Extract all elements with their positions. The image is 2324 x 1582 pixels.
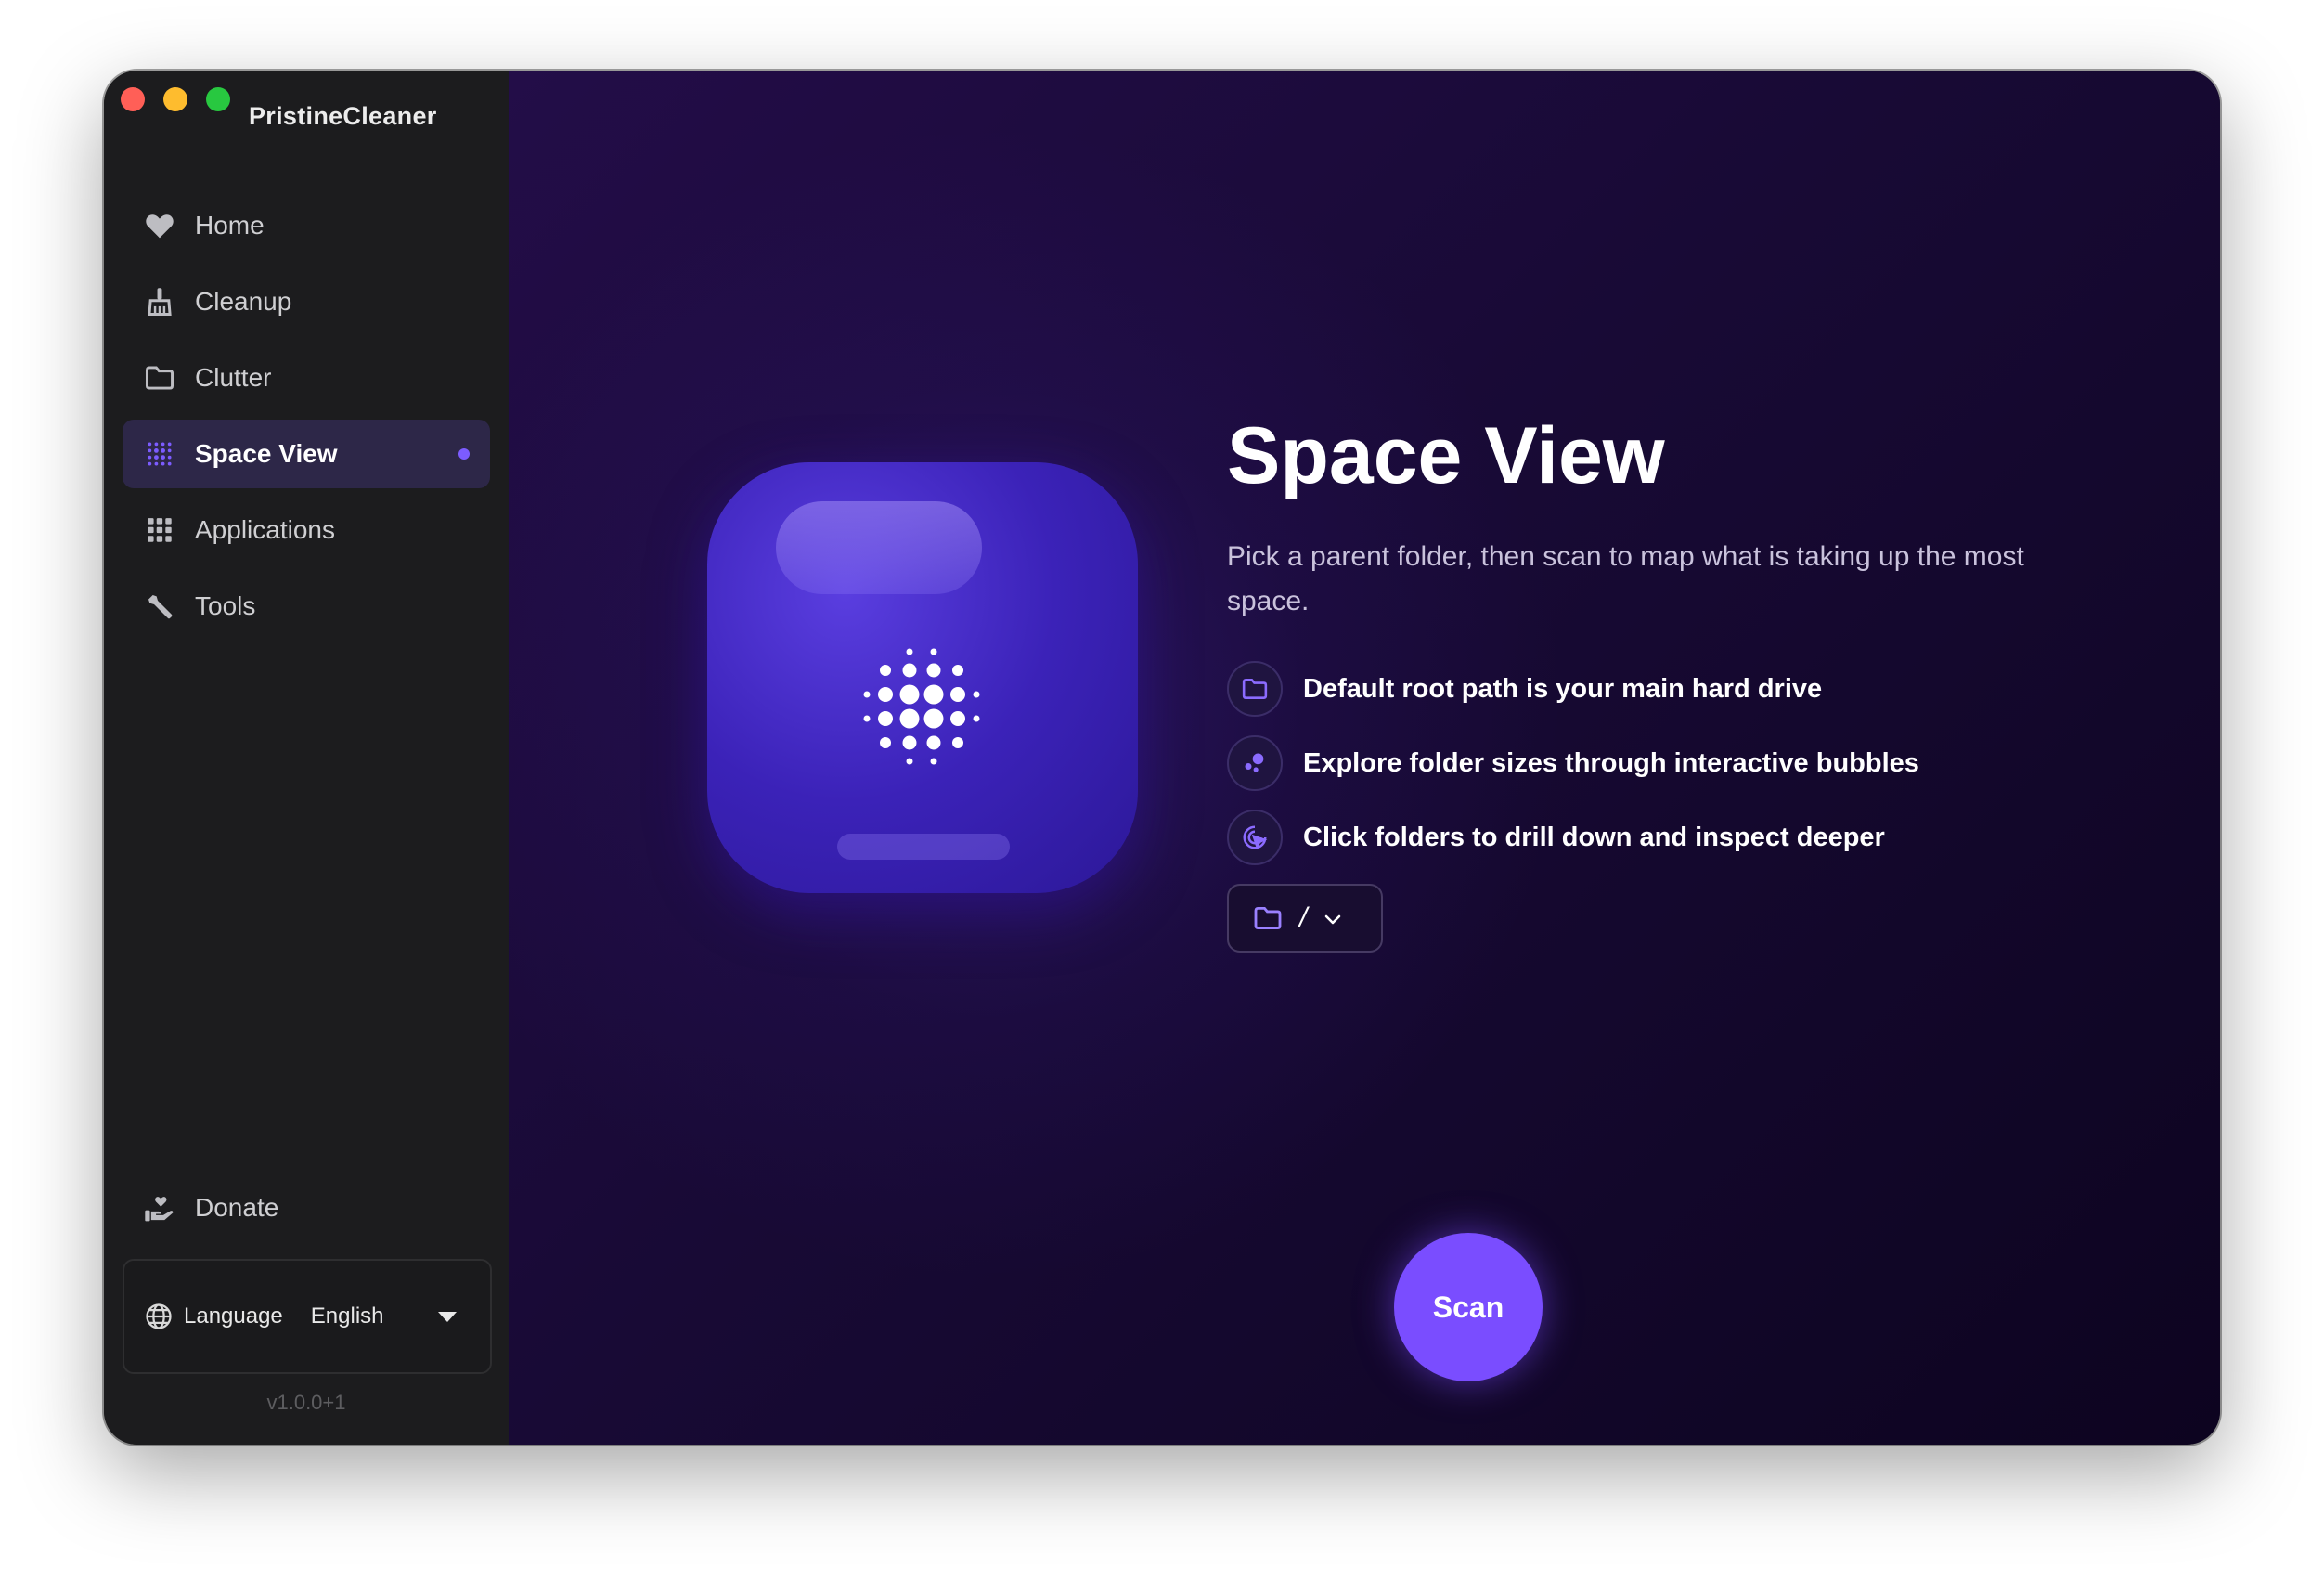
globe-icon [145,1303,173,1330]
page-subtitle: Pick a parent folder, then scan to map w… [1227,541,2024,616]
sidebar-item-label: Home [195,211,265,240]
language-label: Language [184,1303,283,1329]
feature-item: Default root path is your main hard driv… [1227,661,1919,717]
maximize-window-button[interactable] [206,87,230,111]
feature-list: Default root path is your main hard driv… [1227,661,1919,884]
feature-item: Click folders to drill down and inspect … [1227,810,1919,865]
sidebar-item-space-view[interactable]: Space View [123,420,490,488]
scan-button[interactable]: Scan [1394,1233,1543,1381]
wrench-icon [141,588,178,625]
sidebar-item-home[interactable]: Home [123,191,490,260]
sidebar-item-label: Cleanup [195,287,292,316]
broom-icon [141,283,178,320]
dot-grid-icon [141,435,178,473]
feature-text: Default root path is your main hard driv… [1303,673,1823,704]
sidebar-item-label: Applications [195,515,335,544]
sidebar-item-label: Tools [195,591,256,620]
space-view-hero-icon [707,462,1138,893]
sidebar-item-donate[interactable]: Donate [123,1174,490,1242]
caret-down-icon [438,1311,457,1322]
feature-text: Explore folder sizes through interactive… [1303,747,1919,778]
feature-item: Explore folder sizes through interactive… [1227,735,1919,791]
close-window-button[interactable] [121,87,145,111]
dot-grid-icon [863,648,980,765]
sidebar-item-cleanup[interactable]: Cleanup [123,267,490,336]
sidebar-nav: Home Cleanup Clutter Space View Applicat… [123,191,490,648]
active-indicator-dot [458,448,470,460]
apps-grid-icon [141,512,178,549]
folder-icon [1253,906,1283,930]
sidebar-item-tools[interactable]: Tools [123,572,490,641]
sidebar-item-label: Space View [195,439,338,468]
folder-icon [1227,661,1283,717]
language-selector: Language English [123,1259,492,1374]
folder-icon [141,359,178,396]
window-controls [121,87,230,111]
sidebar-item-label: Donate [195,1193,279,1222]
language-value: English [310,1303,384,1329]
folder-path-dropdown[interactable]: / [1227,884,1383,953]
path-value: / [1299,902,1308,933]
feature-text: Click folders to drill down and inspect … [1303,822,1885,852]
minimize-window-button[interactable] [163,87,187,111]
donate-section: Donate [123,1174,490,1250]
app-window: PristineCleaner Home Cleanup Clutter Spa… [104,71,2220,1445]
cursor-click-icon [1227,810,1283,865]
bubbles-icon [1227,735,1283,791]
app-title: PristineCleaner [249,102,437,130]
main-content: Space View Pick a parent folder, then sc… [509,71,2220,1445]
sidebar-item-clutter[interactable]: Clutter [123,344,490,412]
hero-bar [837,834,1010,860]
sidebar-item-applications[interactable]: Applications [123,496,490,564]
language-dropdown[interactable]: English [311,1303,490,1329]
sidebar-item-label: Clutter [195,363,272,392]
sidebar: PristineCleaner Home Cleanup Clutter Spa… [104,71,509,1445]
page-title: Space View [1227,411,1665,500]
app-version: v1.0.0+1 [266,1391,346,1414]
chevron-down-icon [1323,902,1342,934]
heart-icon [141,207,178,244]
donate-hand-heart-icon [141,1189,178,1226]
